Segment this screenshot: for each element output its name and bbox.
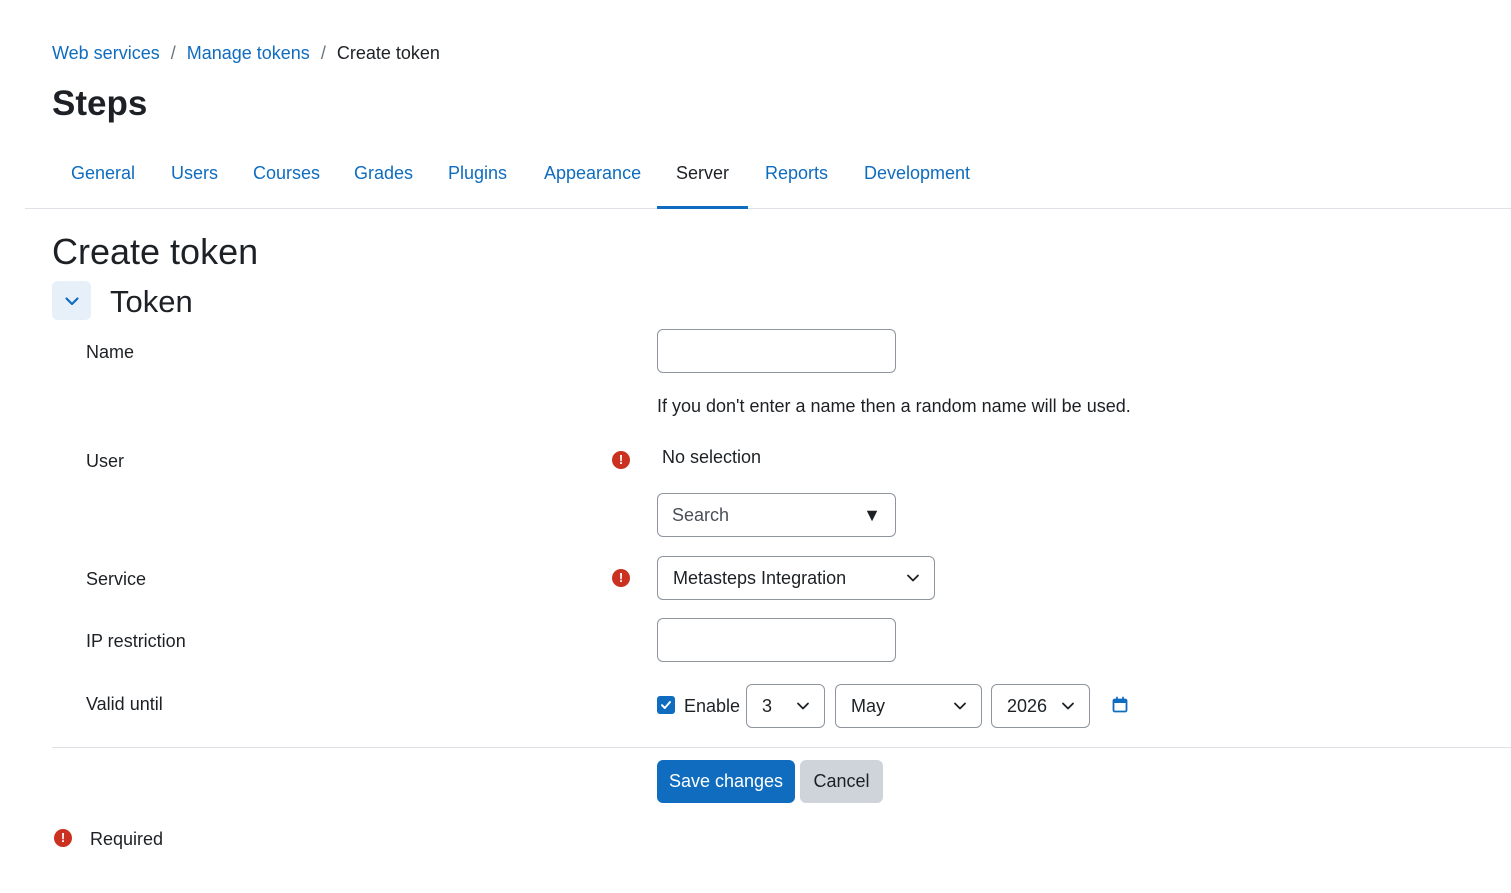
name-input[interactable] bbox=[657, 329, 896, 373]
section-title: Token bbox=[110, 284, 193, 319]
breadcrumb-item-web-services[interactable]: Web services bbox=[52, 43, 160, 64]
chevron-down-icon bbox=[907, 574, 919, 582]
breadcrumb-current: Create token bbox=[336, 42, 440, 63]
chevron-down-icon bbox=[64, 296, 79, 305]
breadcrumb-separator: / bbox=[170, 42, 176, 63]
tab-server[interactable]: Server bbox=[657, 138, 749, 209]
service-label: Service bbox=[86, 569, 147, 589]
name-help-text: If you don't enter a name then a random … bbox=[657, 396, 1131, 416]
valid-until-label: Valid until bbox=[86, 694, 163, 714]
tab-courses[interactable]: Courses bbox=[234, 138, 339, 208]
month-select-value: May bbox=[851, 695, 886, 716]
cancel-button[interactable]: Cancel bbox=[800, 760, 883, 803]
required-icon: ! bbox=[612, 569, 630, 587]
valid-until-year-select[interactable]: 2026 bbox=[991, 684, 1090, 728]
tab-appearance[interactable]: Appearance bbox=[525, 138, 660, 208]
valid-until-month-select[interactable]: May bbox=[835, 684, 982, 728]
tab-development[interactable]: Development bbox=[845, 138, 989, 208]
chevron-down-icon bbox=[1062, 702, 1074, 710]
tab-reports[interactable]: Reports bbox=[746, 138, 847, 208]
tab-grades[interactable]: Grades bbox=[335, 138, 432, 208]
calendar-icon[interactable] bbox=[1111, 696, 1129, 714]
name-label: Name bbox=[86, 342, 135, 362]
required-icon: ! bbox=[54, 829, 72, 847]
check-icon bbox=[661, 701, 671, 709]
required-legend-label: Required bbox=[90, 829, 164, 849]
day-select-value: 3 bbox=[762, 695, 773, 716]
service-select[interactable]: Metasteps Integration bbox=[657, 556, 935, 600]
chevron-down-icon bbox=[797, 702, 809, 710]
tab-general[interactable]: General bbox=[52, 138, 154, 208]
valid-until-day-select[interactable]: 3 bbox=[746, 684, 825, 728]
user-search-input[interactable]: Search ▼ bbox=[657, 493, 896, 537]
valid-until-enable-label[interactable]: Enable bbox=[684, 694, 740, 718]
service-select-value: Metasteps Integration bbox=[673, 567, 847, 588]
user-search-placeholder: Search bbox=[672, 504, 730, 525]
valid-until-enable-checkbox[interactable] bbox=[657, 696, 675, 714]
user-selection-status: No selection bbox=[662, 447, 762, 467]
page: Web services / Manage tokens / Create to… bbox=[0, 0, 1511, 893]
chevron-down-icon bbox=[954, 702, 966, 710]
save-changes-button[interactable]: Save changes bbox=[657, 760, 795, 803]
required-icon: ! bbox=[612, 451, 630, 469]
ip-restriction-input[interactable] bbox=[657, 618, 896, 662]
breadcrumb-separator: / bbox=[320, 42, 326, 63]
ip-restriction-label: IP restriction bbox=[86, 631, 186, 651]
year-select-value: 2026 bbox=[1007, 695, 1048, 716]
breadcrumb: Web services / Manage tokens / Create to… bbox=[52, 42, 440, 64]
admin-tabs: General Users Courses Grades Plugins App… bbox=[25, 138, 1511, 209]
tab-users[interactable]: Users bbox=[152, 138, 237, 208]
breadcrumb-item-manage-tokens[interactable]: Manage tokens bbox=[187, 43, 310, 64]
user-label: User bbox=[86, 451, 125, 471]
section-collapse-button[interactable] bbox=[52, 281, 91, 320]
page-heading: Create token bbox=[52, 231, 259, 272]
tab-plugins[interactable]: Plugins bbox=[429, 138, 526, 208]
site-title: Steps bbox=[52, 84, 148, 123]
dropdown-triangle-icon[interactable]: ▼ bbox=[863, 505, 881, 526]
form-divider bbox=[52, 747, 1511, 748]
